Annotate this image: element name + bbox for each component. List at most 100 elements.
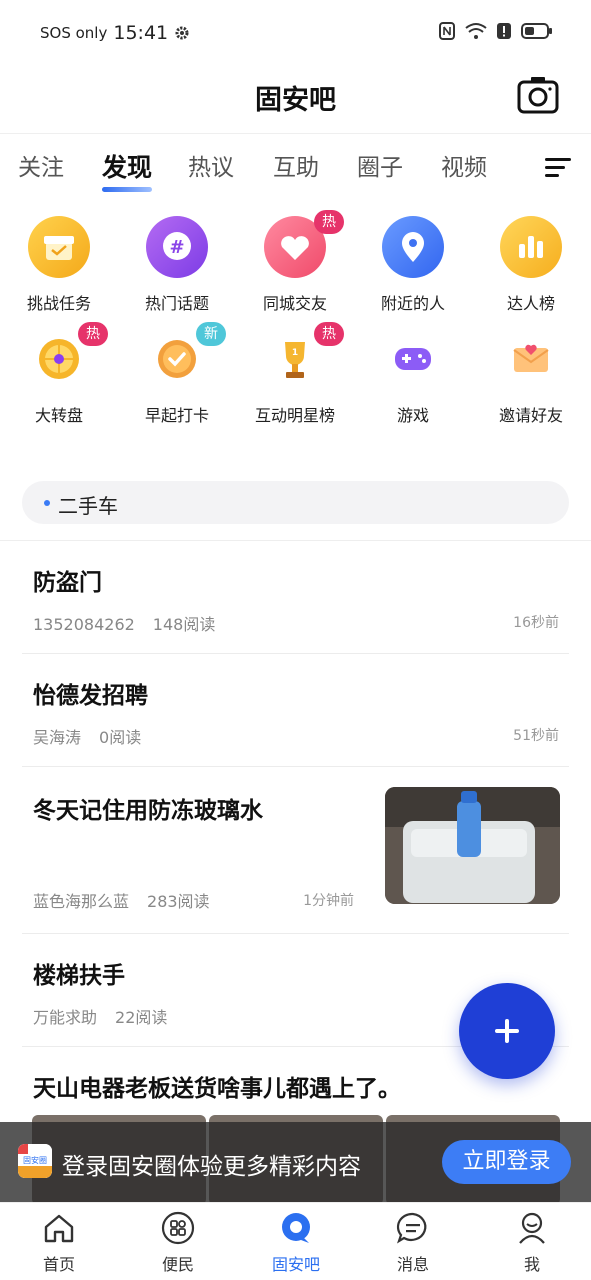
post-reads: 148阅读 (152, 615, 216, 634)
post-author: 1352084262 (33, 615, 135, 634)
post-title: 天山电器老板送货啥事儿都遇上了。 (33, 1076, 401, 1102)
post-title: 怡德发招聘 (33, 683, 148, 709)
menu-icon[interactable] (545, 156, 571, 178)
category-pill[interactable]: 二手车 (22, 481, 569, 524)
grid-label: 邀请好友 (498, 406, 563, 425)
nav-label: 固安吧 (271, 1255, 320, 1274)
message-icon (396, 1212, 427, 1244)
pill-label: 二手车 (58, 494, 118, 518)
nav-profile[interactable]: 我 (482, 1211, 582, 1275)
post-title: 防盗门 (33, 570, 102, 596)
nav-label: 我 (523, 1255, 540, 1274)
logo-text: 固安圈 (23, 1155, 47, 1165)
grid-item-wheel[interactable]: 热 大转盘 (4, 322, 114, 426)
new-badge: 新 (196, 322, 226, 346)
gift-box-icon (28, 216, 90, 278)
nav-label: 消息 (396, 1255, 429, 1274)
post-time: 51秒前 (513, 728, 559, 744)
grid-item-star-ranking[interactable]: 1 热 互动明星榜 (240, 322, 350, 426)
svg-text:#: # (169, 237, 184, 258)
pill-dot (44, 500, 50, 506)
hot-badge: 热 (78, 322, 108, 346)
grid-item-leaderboard[interactable]: 达人榜 (476, 216, 586, 314)
nav-guan-bar[interactable]: 固安吧 (246, 1211, 346, 1275)
trophy-icon: 1 热 (264, 322, 344, 390)
post-meta: 吴海涛 0阅读 (33, 724, 141, 748)
grid-label: 大转盘 (34, 406, 83, 425)
nav-services[interactable]: 便民 (128, 1211, 228, 1275)
login-banner: 固安圈 登录固安圈体验更多精彩内容 立即登录 (0, 1122, 591, 1202)
page-title: 固安吧 (255, 85, 336, 116)
tab-follow[interactable]: 关注 (18, 148, 64, 182)
post-time: 1分钟前 (303, 893, 354, 909)
nav-messages[interactable]: 消息 (363, 1211, 463, 1275)
clock-text: 15:41 (113, 22, 169, 44)
grid-label: 附近的人 (380, 294, 445, 313)
post-reads: 0阅读 (99, 728, 142, 747)
chat-bubble-icon (282, 1213, 310, 1243)
app-header: 固安吧 (0, 66, 591, 134)
tab-discover[interactable]: 发现 (102, 148, 153, 192)
nav-label: 首页 (42, 1255, 75, 1274)
post-author: 吴海涛 (33, 728, 82, 747)
grid-label: 达人榜 (506, 294, 555, 313)
post-author: 万能求助 (33, 1008, 98, 1027)
post-time: 16秒前 (513, 615, 559, 631)
grid-label: 热门话题 (144, 294, 209, 313)
app-logo: 固安圈 (18, 1144, 52, 1178)
post-title: 冬天记住用防冻玻璃水 (33, 798, 263, 824)
gamepad-icon (382, 328, 444, 390)
grid-label: 同城交友 (262, 294, 327, 313)
post-meta: 1352084262 148阅读 (33, 611, 215, 635)
post-thumbnail (385, 787, 560, 904)
bottom-navigation: 首页 便民 固安吧 消息 我 (0, 1202, 591, 1280)
post-meta: 蓝色海那么蓝 283阅读 (33, 888, 210, 912)
envelope-heart-icon (500, 328, 562, 390)
tab-active-underline (102, 187, 153, 192)
camera-icon[interactable] (517, 74, 559, 116)
status-right (439, 22, 553, 40)
battery-icon (521, 23, 552, 39)
wifi-icon (465, 23, 487, 39)
tab-video[interactable]: 视频 (441, 148, 487, 182)
grid-label: 挑战任务 (26, 294, 91, 313)
wheel-icon: 热 (28, 322, 108, 390)
grid-label: 游戏 (396, 406, 429, 425)
create-post-button[interactable] (459, 983, 555, 1079)
status-bar: SOS only 15:41 (0, 0, 591, 66)
nav-home[interactable]: 首页 (9, 1211, 109, 1275)
plus-icon-vertical (505, 1019, 509, 1043)
alert-icon (497, 23, 511, 39)
login-prompt: 登录固安圈体验更多精彩内容 (62, 1154, 361, 1180)
list-item[interactable]: 防盗门 1352084262 148阅读 16秒前 (22, 541, 569, 654)
grid-item-nearby-people[interactable]: 附近的人 (358, 216, 468, 314)
grid-item-local-dating[interactable]: 热 同城交友 (240, 210, 350, 314)
list-item[interactable]: 冬天记住用防冻玻璃水 蓝色海那么蓝 283阅读 1分钟前 (22, 767, 569, 934)
tab-discover-label: 发现 (102, 153, 153, 182)
hearts-icon: 热 (264, 210, 344, 278)
svg-text:1: 1 (292, 348, 298, 358)
location-pin-icon (382, 216, 444, 278)
grid-item-challenge[interactable]: 挑战任务 (4, 216, 114, 314)
grid-item-hot-topics[interactable]: # 热门话题 (122, 216, 232, 314)
grid-item-invite-friends[interactable]: 邀请好友 (476, 328, 586, 426)
grid-label: 互动明星榜 (254, 406, 335, 425)
hashtag-icon: # (146, 216, 208, 278)
settings-gear-icon (175, 26, 189, 40)
grid-label: 早起打卡 (144, 406, 209, 425)
tab-hot-discussion[interactable]: 热议 (188, 148, 234, 182)
grid-item-morning-checkin[interactable]: 新 早起打卡 (122, 322, 232, 426)
grid-item-games[interactable]: 游戏 (358, 328, 468, 426)
login-button[interactable]: 立即登录 (442, 1140, 571, 1184)
grid-services-icon (161, 1211, 195, 1245)
app-screen: SOS only 15:41 固安吧 关注 发现 热议 互助 圈子 视频 挑战任… (0, 0, 591, 1280)
list-item[interactable]: 怡德发招聘 吴海涛 0阅读 51秒前 (22, 654, 569, 767)
post-reads: 283阅读 (147, 892, 210, 911)
nfc-icon (439, 22, 455, 40)
category-tabs: 关注 发现 热议 互助 圈子 视频 (0, 148, 591, 194)
home-icon (44, 1214, 74, 1243)
status-left: SOS only 15:41 (40, 22, 190, 44)
tab-mutual-help[interactable]: 互助 (273, 148, 319, 182)
tab-circles[interactable]: 圈子 (357, 148, 403, 182)
bar-chart-icon (500, 216, 562, 278)
